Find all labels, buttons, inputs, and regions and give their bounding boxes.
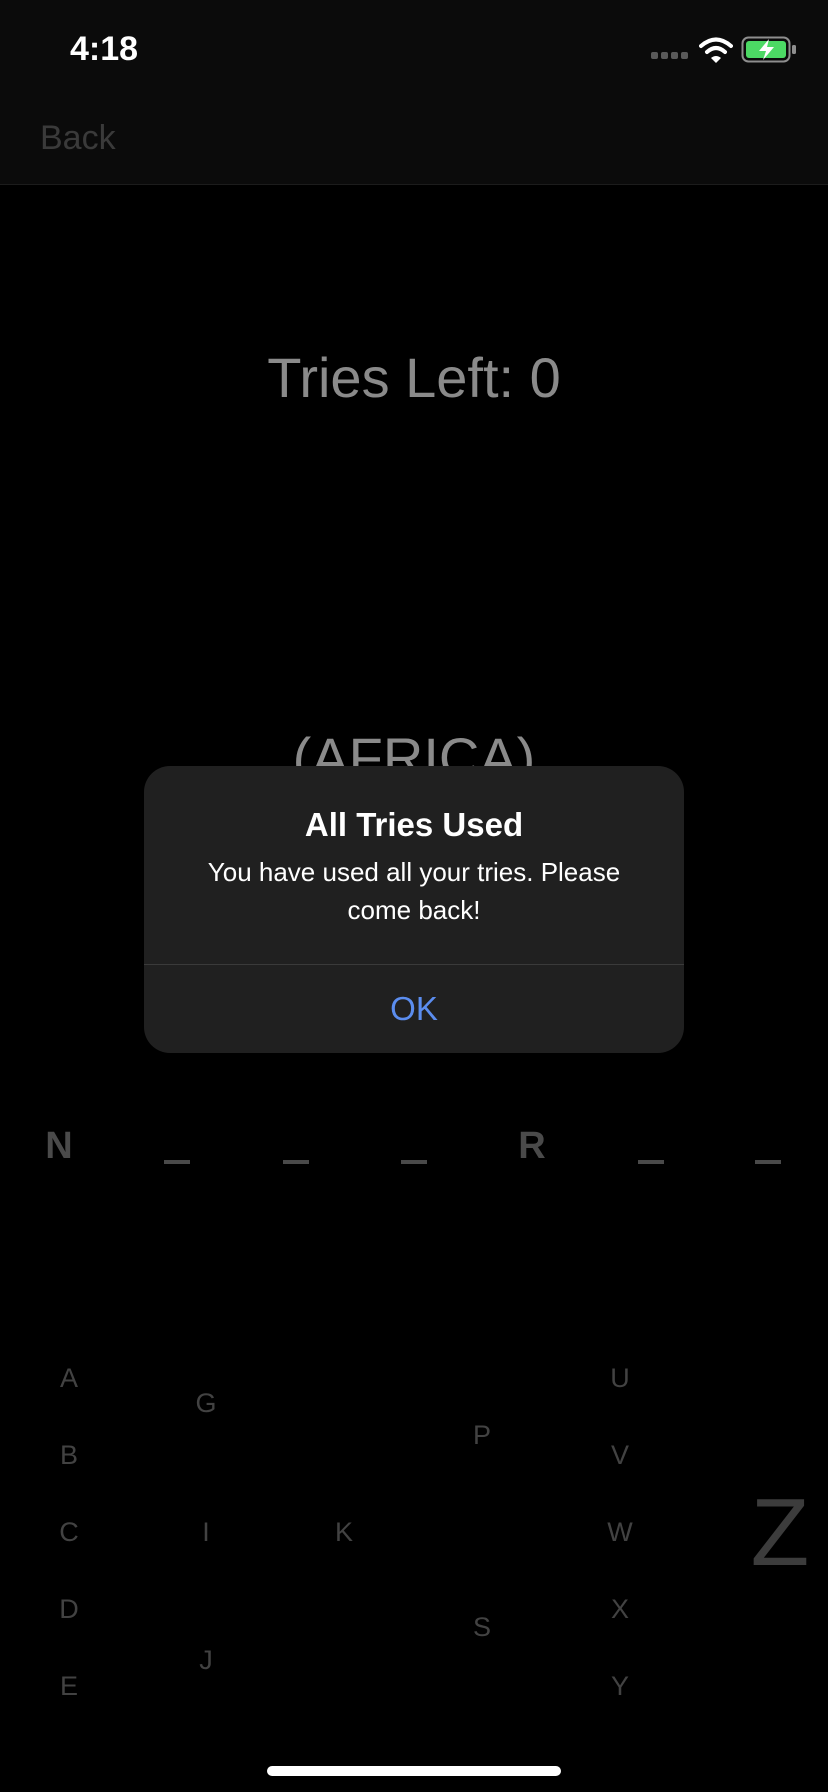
key-w[interactable]: W: [600, 1517, 640, 1548]
key-i[interactable]: I: [186, 1517, 226, 1548]
key-v[interactable]: V: [600, 1440, 640, 1471]
key-d[interactable]: D: [49, 1594, 89, 1625]
key-j[interactable]: J: [186, 1645, 226, 1676]
alert-message: You have used all your tries. Please com…: [207, 857, 621, 925]
key-a[interactable]: A: [49, 1363, 89, 1394]
back-button[interactable]: Back: [40, 119, 116, 158]
tries-left-label: Tries Left: 0: [267, 346, 561, 409]
alert-dialog: All Tries Used You have used all your tr…: [144, 766, 684, 1053]
navigation-bar: Back: [0, 95, 828, 185]
key-k[interactable]: K: [324, 1517, 364, 1548]
word-slot-blank: [401, 1160, 427, 1164]
wifi-icon: [699, 37, 733, 63]
cellular-signal-icon: [651, 52, 691, 62]
key-x[interactable]: X: [600, 1594, 640, 1625]
alert-title: All Tries Used: [304, 806, 524, 843]
key-s[interactable]: S: [462, 1612, 502, 1643]
key-c[interactable]: C: [49, 1517, 89, 1548]
key-b[interactable]: B: [49, 1440, 89, 1471]
word-slot-blank: [164, 1160, 190, 1164]
key-z[interactable]: Z: [725, 1478, 828, 1588]
ok-button[interactable]: OK: [144, 965, 684, 1053]
status-bar: 4:18: [0, 0, 828, 95]
key-g[interactable]: G: [186, 1388, 226, 1419]
battery-charging-icon: [741, 36, 796, 63]
word-slot-letter: N: [45, 1125, 73, 1167]
word-slot-blank: [638, 1160, 664, 1164]
word-slot-letter: R: [518, 1125, 546, 1167]
word-slot-blank: [755, 1160, 781, 1164]
key-e[interactable]: E: [49, 1671, 89, 1702]
word-slot-blank: [283, 1160, 309, 1164]
key-y[interactable]: Y: [600, 1671, 640, 1702]
key-p[interactable]: P: [462, 1420, 502, 1451]
key-u[interactable]: U: [600, 1363, 640, 1394]
status-time: 4:18: [70, 30, 139, 68]
home-indicator[interactable]: [267, 1766, 561, 1776]
